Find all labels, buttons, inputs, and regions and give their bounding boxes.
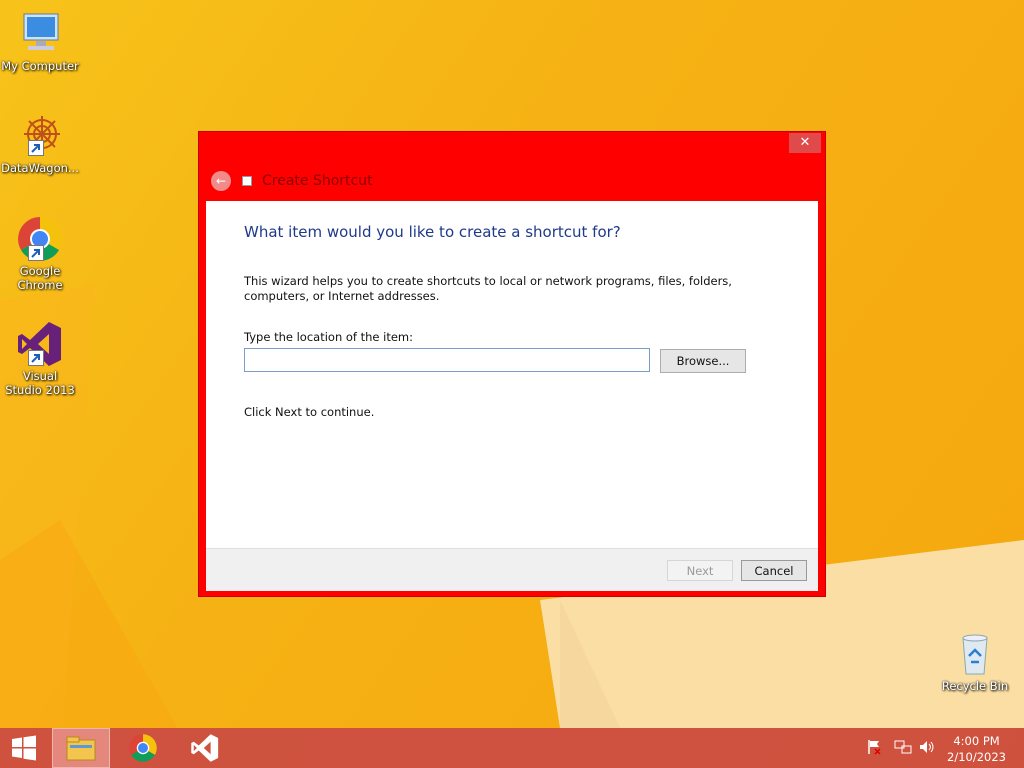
back-button[interactable]: ← xyxy=(211,171,231,191)
desktop-icon-label: DataWagon... xyxy=(1,161,79,175)
close-button[interactable]: ✕ xyxy=(789,133,821,153)
wizard-description: This wizard helps you to create shortcut… xyxy=(244,274,732,303)
desktop-icon-chrome[interactable]: Google Chrome xyxy=(0,215,80,292)
desktop-icon-label: Visual Studio 2013 xyxy=(5,369,75,397)
taskbar: 4:00 PM 2/10/2023 xyxy=(0,728,1024,768)
dialog-title: Create Shortcut xyxy=(262,173,373,189)
desktop-icon-visual-studio[interactable]: Visual Studio 2013 xyxy=(0,320,80,397)
chrome-icon xyxy=(16,215,64,263)
dialog-body: What item would you like to create a sho… xyxy=(206,201,818,548)
location-label: Type the location of the item: xyxy=(244,330,414,344)
clock-date: 2/10/2023 xyxy=(947,750,1006,764)
desktop-icon-my-computer[interactable]: My Computer xyxy=(0,10,80,73)
recycle-bin-icon xyxy=(951,630,999,678)
system-tray xyxy=(866,728,940,768)
network-icon[interactable] xyxy=(894,739,916,758)
visual-studio-icon xyxy=(191,734,219,762)
computer-icon xyxy=(16,10,64,58)
browse-button[interactable]: Browse... xyxy=(660,349,746,373)
desktop-icon-label: Google Chrome xyxy=(17,264,63,292)
chrome-icon xyxy=(129,734,157,762)
start-button[interactable] xyxy=(0,728,48,768)
location-input[interactable] xyxy=(244,348,650,372)
taskbar-file-explorer[interactable] xyxy=(52,728,110,768)
clock-time: 4:00 PM xyxy=(953,734,1000,748)
start-icon xyxy=(12,735,36,761)
dialog-title-bar: ← Create Shortcut xyxy=(211,170,373,192)
desktop-icon-datawagon[interactable]: DataWagon... xyxy=(0,112,80,175)
taskbar-clock[interactable]: 4:00 PM 2/10/2023 xyxy=(947,733,1006,765)
cancel-button[interactable]: Cancel xyxy=(741,560,807,581)
taskbar-visual-studio[interactable] xyxy=(176,728,234,768)
volume-icon[interactable] xyxy=(918,739,940,758)
desktop-icon-label: My Computer xyxy=(1,59,79,73)
flag-icon[interactable] xyxy=(866,739,888,758)
create-shortcut-dialog: ✕ ← Create Shortcut What item would you … xyxy=(198,131,826,597)
visual-studio-icon xyxy=(16,320,64,368)
file-explorer-icon xyxy=(66,736,96,761)
shortcut-arrow-icon xyxy=(28,140,44,156)
shortcut-icon xyxy=(242,176,252,186)
dialog-footer: Next Cancel xyxy=(206,548,818,591)
desktop-icon-label: Recycle Bin xyxy=(941,679,1009,693)
desktop-icon-recycle-bin[interactable]: Recycle Bin xyxy=(935,630,1015,693)
next-button[interactable]: Next xyxy=(667,560,733,581)
continue-hint: Click Next to continue. xyxy=(244,405,375,419)
taskbar-chrome[interactable] xyxy=(114,728,172,768)
wizard-heading: What item would you like to create a sho… xyxy=(244,223,621,241)
shortcut-arrow-icon xyxy=(28,350,44,366)
shortcut-arrow-icon xyxy=(28,245,44,261)
datawagon-icon xyxy=(16,112,64,160)
